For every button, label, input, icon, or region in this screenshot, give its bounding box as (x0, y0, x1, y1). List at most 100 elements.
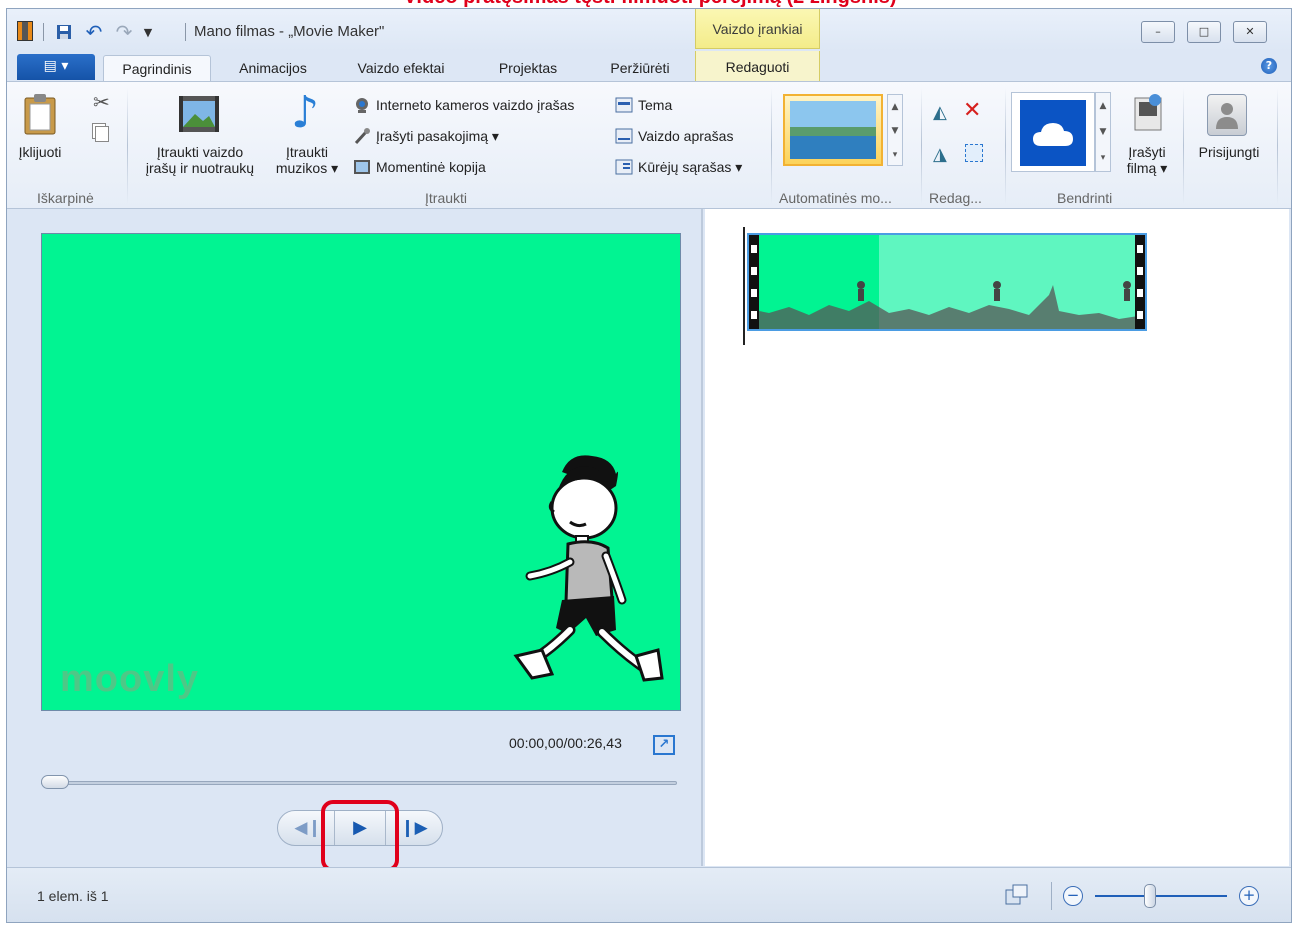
editing-group-label: Redag... (929, 190, 982, 206)
qat-separator (43, 23, 44, 41)
credits-icon (615, 159, 633, 175)
landscape-thumbnail (790, 101, 876, 159)
add-video-photos-label-2[interactable]: įrašų ir nuotraukų (135, 160, 265, 176)
seek-thumb[interactable] (41, 775, 69, 789)
clip-waveform (749, 235, 1145, 329)
share-gallery-scroll[interactable]: ▲ ▼ ▾ (1095, 92, 1111, 172)
ribbon-tabs: ▤ ▾ Pagrindinis Animacijos Vaizdo efekta… (7, 51, 1291, 81)
microphone-icon (353, 128, 371, 145)
paste-label[interactable]: Įklijuoti (15, 144, 65, 160)
add-music-label-2[interactable]: muzikos ▾ (269, 160, 345, 176)
tab-home[interactable]: Pagrindinis (103, 55, 211, 81)
caption-label: Vaizdo aprašas (638, 128, 734, 144)
customize-qat-icon[interactable]: ▼ (141, 23, 155, 41)
title-label: Tema (638, 97, 673, 113)
status-bar: 1 elem. iš 1 − + (7, 867, 1291, 922)
walking-boy-figure (513, 455, 664, 682)
record-narration-button[interactable]: Įrašyti pasakojimą ▾ (353, 125, 499, 147)
snapshot-button[interactable]: Momentinė kopija (353, 156, 486, 178)
copy-icon[interactable] (95, 126, 109, 142)
storyboard-pane (705, 209, 1289, 866)
clipboard-group-label: Iškarpinė (37, 190, 94, 206)
group-separator (1277, 88, 1278, 204)
webcam-icon (353, 97, 371, 113)
share-group-label: Bendrinti (1057, 190, 1113, 206)
video-tools-context-label: Vaizdo įrankiai (695, 9, 820, 49)
automovie-theme-selected[interactable] (783, 94, 883, 166)
webcam-label: Interneto kameros vaizdo įrašas (376, 97, 575, 113)
group-separator (1183, 88, 1184, 204)
credits-label: Kūrėjų sąrašas ▾ (638, 158, 743, 175)
sign-in-label[interactable]: Prisijungti (1187, 144, 1271, 160)
fullscreen-icon[interactable]: ↗ (653, 735, 675, 755)
tab-view[interactable]: Peržiūrėti (593, 55, 687, 81)
save-icon[interactable] (55, 23, 73, 41)
title-button[interactable]: Tema (615, 94, 672, 116)
zoom-slider-track[interactable] (1095, 895, 1227, 897)
file-menu-button[interactable]: ▤ ▾ (17, 54, 95, 80)
maximize-button[interactable]: □ (1187, 21, 1221, 43)
webcam-video-button[interactable]: Interneto kameros vaizdo įrašas (353, 94, 574, 116)
help-icon[interactable]: ? (1261, 58, 1277, 74)
save-movie-label-1[interactable]: Įrašyti (1113, 144, 1181, 160)
zoom-in-button[interactable]: + (1239, 886, 1259, 906)
rotate-left-icon[interactable]: ◭ (933, 102, 947, 123)
seek-bar[interactable] (41, 781, 677, 785)
add-music-label-1[interactable]: Įtraukti (269, 144, 345, 160)
snapshot-label: Momentinė kopija (376, 159, 486, 175)
preview-pane: moovly 00:00,00/00:26,43 ↗ ◀❙ ▶ ❙▶ (17, 217, 697, 872)
record-narration-label: Įrašyti pasakojimą ▾ (376, 127, 499, 144)
title-separator (185, 23, 186, 41)
snapshot-icon (353, 159, 371, 175)
pane-splitter[interactable] (701, 209, 703, 866)
moovly-watermark: moovly (60, 658, 200, 700)
movie-maker-window: ↶ ↷ ▼ Mano filmas - „Movie Maker" Vaizdo… (6, 8, 1292, 923)
film-app-icon[interactable] (17, 21, 33, 41)
play-button-highlight (321, 800, 399, 872)
redo-icon[interactable]: ↷ (113, 20, 135, 44)
tab-edit[interactable]: Redaguoti (695, 51, 820, 81)
cut-icon[interactable]: ✂ (93, 90, 110, 114)
video-preview[interactable]: moovly (41, 233, 681, 711)
group-separator (127, 88, 128, 204)
share-gallery[interactable] (1011, 92, 1095, 172)
minimize-button[interactable]: – (1141, 21, 1175, 43)
credits-button[interactable]: Kūrėjų sąrašas ▾ (615, 156, 742, 178)
group-separator (771, 88, 772, 204)
remove-icon[interactable]: ✕ (963, 98, 981, 123)
group-separator (1005, 88, 1006, 204)
caption-icon (615, 128, 633, 144)
undo-icon[interactable]: ↶ (83, 20, 105, 44)
thumbnail-size-icon[interactable] (1005, 884, 1029, 906)
time-display: 00:00,00/00:26,43 (509, 735, 622, 751)
sign-in-user-icon[interactable] (1207, 94, 1247, 136)
onedrive-icon (1020, 100, 1086, 166)
video-clip-thumbnail[interactable] (747, 233, 1147, 331)
tab-project[interactable]: Projektas (483, 55, 573, 81)
caption-button[interactable]: Vaizdo aprašas (615, 125, 733, 147)
tab-animations[interactable]: Animacijos (223, 55, 323, 81)
close-button[interactable]: ✕ (1233, 21, 1267, 43)
status-separator (1051, 882, 1052, 910)
group-separator (921, 88, 922, 204)
ribbon: Įklijuoti ✂ Iškarpinė Įtraukti vaizdo įr… (7, 81, 1291, 209)
select-all-icon[interactable] (965, 144, 983, 162)
title-icon (615, 97, 633, 113)
paste-icon[interactable] (23, 92, 57, 136)
save-movie-icon[interactable] (1131, 92, 1165, 132)
rotate-right-icon[interactable]: ◮ (933, 144, 947, 165)
main-area: moovly 00:00,00/00:26,43 ↗ ◀❙ ▶ ❙▶ (7, 209, 1291, 872)
gallery-scroll[interactable]: ▲ ▼ ▾ (887, 94, 903, 166)
add-video-photos-icon[interactable] (177, 94, 221, 134)
add-group-label: Įtraukti (425, 190, 468, 206)
item-count-status: 1 elem. iš 1 (37, 888, 109, 904)
automovie-group-label: Automatinės mo... (779, 190, 892, 206)
music-note-icon[interactable]: ♪ (291, 90, 319, 136)
save-movie-label-2[interactable]: filmą ▾ (1113, 160, 1181, 176)
title-bar: ↶ ↷ ▼ Mano filmas - „Movie Maker" Vaizdo… (7, 9, 1291, 51)
playback-cursor[interactable] (743, 227, 745, 345)
tab-visual-effects[interactable]: Vaizdo efektai (341, 55, 461, 81)
add-video-photos-label-1[interactable]: Įtraukti vaizdo (135, 144, 265, 160)
zoom-slider-thumb[interactable] (1144, 884, 1157, 908)
zoom-out-button[interactable]: − (1063, 886, 1083, 906)
